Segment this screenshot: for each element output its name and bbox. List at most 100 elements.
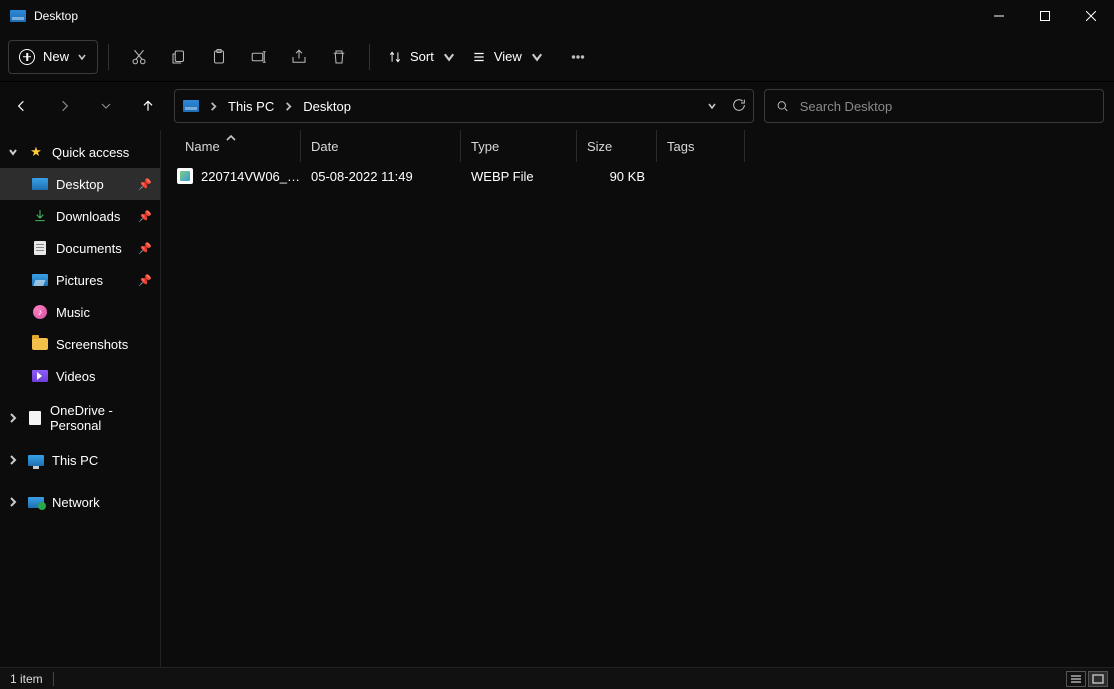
view-button[interactable]: View xyxy=(464,37,552,77)
folder-icon xyxy=(32,338,48,350)
file-name: 220714VW06_ID4_Dr... xyxy=(201,169,301,184)
sidebar-onedrive[interactable]: OneDrive - Personal xyxy=(0,402,160,434)
sidebar-item-label: Documents xyxy=(56,241,122,256)
address-history-button[interactable] xyxy=(707,99,717,114)
view-label: View xyxy=(494,49,522,64)
status-bar: 1 item xyxy=(0,667,1114,689)
sidebar-item-label: Desktop xyxy=(56,177,104,192)
details-view-button[interactable] xyxy=(1066,671,1086,687)
sidebar-item-documents[interactable]: Documents 📌 xyxy=(0,232,160,264)
window-title: Desktop xyxy=(34,9,78,23)
minimize-button[interactable] xyxy=(976,0,1022,32)
navigation-bar: This PC Desktop xyxy=(0,82,1114,130)
sidebar-item-videos[interactable]: Videos xyxy=(0,360,160,392)
command-bar: New Sort View xyxy=(0,32,1114,82)
file-size: 90 KB xyxy=(610,169,645,184)
sidebar-this-pc[interactable]: This PC xyxy=(0,444,160,476)
up-button[interactable] xyxy=(132,90,164,122)
pc-icon xyxy=(28,455,44,466)
chevron-right-icon xyxy=(284,99,293,114)
file-list[interactable]: 220714VW06_ID4_Dr... 05-08-2022 11:49 WE… xyxy=(161,162,1114,667)
file-icon xyxy=(177,168,193,184)
recent-locations-button[interactable] xyxy=(90,90,122,122)
star-icon: ★ xyxy=(28,144,44,160)
app-icon xyxy=(10,10,26,22)
file-row[interactable]: 220714VW06_ID4_Dr... 05-08-2022 11:49 WE… xyxy=(161,162,1114,190)
content-pane: Name Date Type Size Tags 220714VW06_ID4_… xyxy=(160,130,1114,667)
item-count: 1 item xyxy=(10,672,43,686)
sidebar-item-screenshots[interactable]: Screenshots xyxy=(0,328,160,360)
paste-button[interactable] xyxy=(199,37,239,77)
column-label: Name xyxy=(185,139,220,154)
sidebar-network[interactable]: Network xyxy=(0,486,160,518)
pictures-icon xyxy=(32,274,48,286)
download-icon xyxy=(32,208,48,224)
new-button[interactable]: New xyxy=(8,40,98,74)
file-type: WEBP File xyxy=(471,169,534,184)
address-bar[interactable]: This PC Desktop xyxy=(174,89,754,123)
sidebar-item-music[interactable]: Music xyxy=(0,296,160,328)
separator xyxy=(108,44,109,70)
search-input[interactable] xyxy=(800,99,1093,114)
video-icon xyxy=(32,370,48,382)
file-date: 05-08-2022 11:49 xyxy=(311,169,413,184)
chevron-right-icon xyxy=(209,99,218,114)
more-button[interactable] xyxy=(558,37,598,77)
share-button[interactable] xyxy=(279,37,319,77)
plus-icon xyxy=(19,49,35,65)
sidebar-item-label: Screenshots xyxy=(56,337,128,352)
sidebar-label: Network xyxy=(52,495,100,510)
separator xyxy=(369,44,370,70)
sidebar-item-downloads[interactable]: Downloads 📌 xyxy=(0,200,160,232)
cut-button[interactable] xyxy=(119,37,159,77)
delete-button[interactable] xyxy=(319,37,359,77)
onedrive-icon xyxy=(29,411,41,425)
large-icons-view-button[interactable] xyxy=(1088,671,1108,687)
sidebar-item-desktop[interactable]: Desktop 📌 xyxy=(0,168,160,200)
sidebar-quick-access[interactable]: ★ Quick access xyxy=(0,136,160,168)
pin-icon: 📌 xyxy=(138,242,152,255)
document-icon xyxy=(34,241,46,255)
sidebar-item-pictures[interactable]: Pictures 📌 xyxy=(0,264,160,296)
column-label: Date xyxy=(311,139,338,154)
column-header-date[interactable]: Date xyxy=(301,130,461,162)
desktop-icon xyxy=(32,178,48,190)
sidebar-label: Quick access xyxy=(52,145,129,160)
search-icon xyxy=(775,98,790,114)
column-headers: Name Date Type Size Tags xyxy=(161,130,1114,162)
rename-button[interactable] xyxy=(239,37,279,77)
pin-icon: 📌 xyxy=(138,210,152,223)
sidebar-item-label: Music xyxy=(56,305,90,320)
breadcrumb-this-pc[interactable]: This PC xyxy=(228,99,274,114)
pin-icon: 📌 xyxy=(138,178,152,191)
column-header-name[interactable]: Name xyxy=(161,130,301,162)
sidebar-label: OneDrive - Personal xyxy=(50,403,160,433)
close-button[interactable] xyxy=(1068,0,1114,32)
pin-icon: 📌 xyxy=(138,274,152,287)
back-button[interactable] xyxy=(6,90,38,122)
search-box[interactable] xyxy=(764,89,1104,123)
column-header-tags[interactable]: Tags xyxy=(657,130,745,162)
separator xyxy=(53,672,54,686)
breadcrumb-desktop[interactable]: Desktop xyxy=(303,99,351,114)
column-label: Tags xyxy=(667,139,694,154)
title-bar: Desktop xyxy=(0,0,1114,32)
sort-label: Sort xyxy=(410,49,434,64)
music-icon xyxy=(33,305,47,319)
copy-button[interactable] xyxy=(159,37,199,77)
sort-ascending-icon xyxy=(226,129,236,144)
navigation-pane: ★ Quick access Desktop 📌 Downloads 📌 Doc… xyxy=(0,130,160,667)
column-label: Size xyxy=(587,139,612,154)
sidebar-item-label: Pictures xyxy=(56,273,103,288)
sidebar-item-label: Downloads xyxy=(56,209,120,224)
sidebar-item-label: Videos xyxy=(56,369,96,384)
location-icon xyxy=(183,100,199,112)
refresh-button[interactable] xyxy=(731,97,747,116)
new-button-label: New xyxy=(43,49,69,64)
column-header-type[interactable]: Type xyxy=(461,130,577,162)
sidebar-label: This PC xyxy=(52,453,98,468)
forward-button[interactable] xyxy=(48,90,80,122)
column-header-size[interactable]: Size xyxy=(577,130,657,162)
maximize-button[interactable] xyxy=(1022,0,1068,32)
sort-button[interactable]: Sort xyxy=(380,37,464,77)
